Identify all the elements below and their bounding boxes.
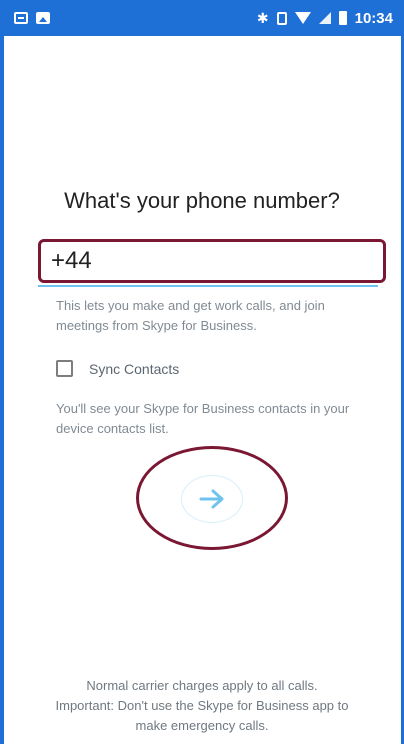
arrow-right-icon: [199, 489, 224, 509]
image-icon: [36, 12, 50, 24]
signal-icon: [318, 12, 331, 24]
battery-icon: [338, 11, 347, 25]
footer-line: Normal carrier charges apply to all call…: [86, 678, 318, 693]
footer-line: make emergency calls.: [135, 718, 269, 733]
footer-notice: Normal carrier charges apply to all call…: [20, 676, 384, 736]
vibrate-icon: [276, 11, 287, 25]
notification-icon: [14, 12, 28, 24]
bluetooth-icon: ✱: [256, 10, 269, 26]
sync-contacts-label[interactable]: Sync Contacts: [89, 361, 179, 377]
phone-number-field[interactable]: [38, 239, 386, 283]
status-clock: 10:34: [354, 9, 393, 27]
phone-field-underline: [38, 285, 378, 287]
sync-contacts-help-text: You'll see your Skype for Business conta…: [56, 401, 350, 436]
sync-contacts-checkbox[interactable]: [56, 360, 73, 377]
status-bar: ✱ 10:34: [4, 0, 401, 36]
sync-contacts-row[interactable]: Sync Contacts: [56, 360, 179, 377]
page-title: What's your phone number?: [64, 188, 340, 213]
screen-frame-left: [0, 0, 4, 744]
footer-line: Important: Don't use the Skype for Busin…: [55, 698, 349, 713]
phone-number-input[interactable]: [51, 247, 383, 275]
phone-help-text: This lets you make and get work calls, a…: [56, 298, 325, 333]
wifi-icon: [294, 12, 311, 24]
next-button[interactable]: [181, 475, 243, 523]
